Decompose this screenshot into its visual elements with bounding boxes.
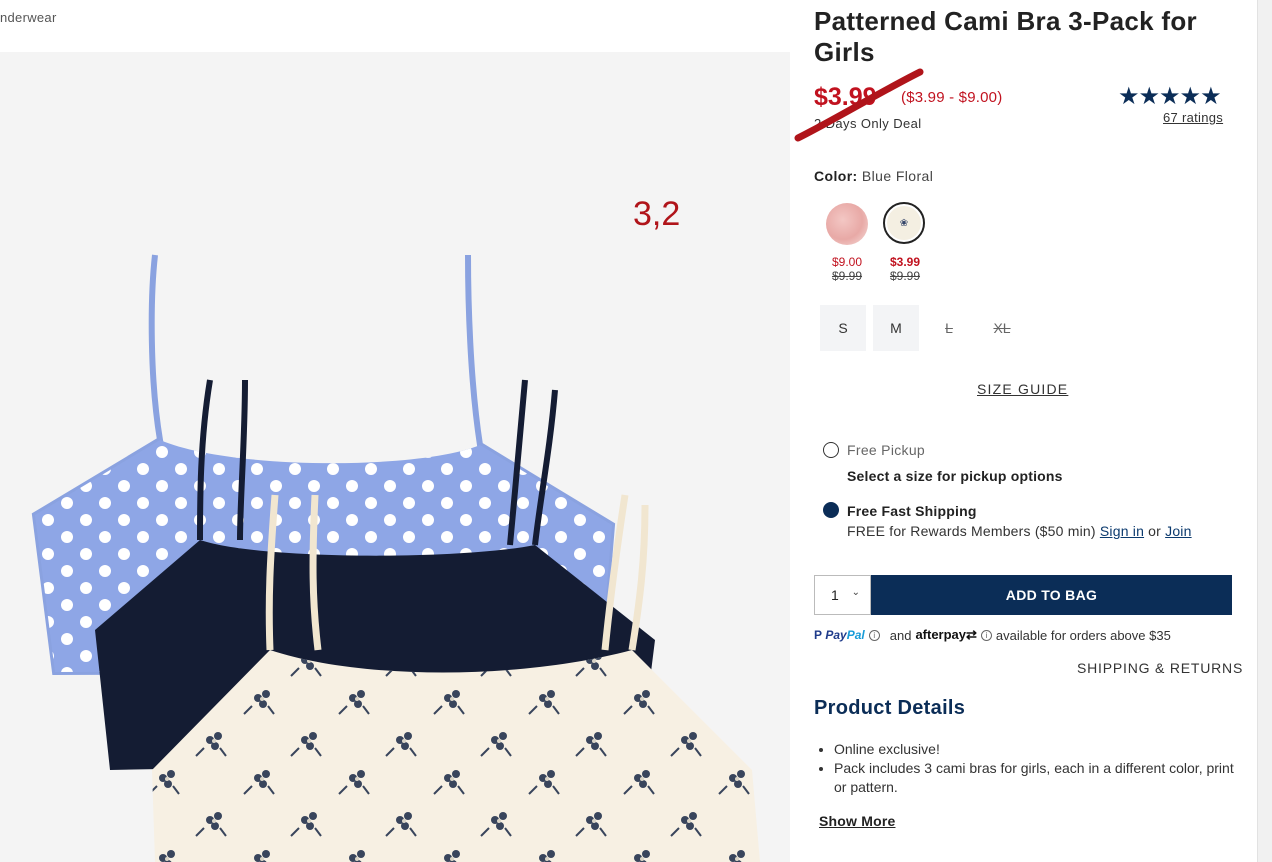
product-photo	[31, 254, 760, 862]
and-text: and	[889, 627, 912, 643]
ratings-link[interactable]: 67 ratings	[1163, 110, 1223, 125]
color-label: Color:	[814, 168, 858, 184]
list-item: Online exclusive!	[834, 740, 1234, 759]
size-label: S	[838, 320, 848, 336]
afterpay-logo: afterpay⇄	[915, 627, 976, 643]
pickup-radio[interactable]	[823, 442, 839, 458]
swatch-pink[interactable]	[826, 203, 868, 245]
size-label: XL	[993, 320, 1011, 336]
paypal-icon: P	[814, 628, 823, 642]
join-link[interactable]: Join	[1165, 523, 1191, 539]
deal-text: 2 Days Only Deal	[814, 116, 922, 131]
sale-price: $3.99	[814, 83, 877, 111]
size-label: M	[890, 320, 902, 336]
price-range: ($3.99 - $9.00)	[901, 89, 1003, 106]
paypal-logo: P PayPal	[814, 628, 865, 642]
shipping-radio[interactable]	[823, 502, 839, 518]
size-label: L	[945, 320, 953, 336]
breadcrumb[interactable]: nderwear	[0, 10, 57, 25]
or-text: or	[1148, 523, 1162, 539]
size-m-button[interactable]: M	[873, 305, 919, 351]
pickup-note: Select a size for pickup options	[847, 468, 1063, 484]
chevron-down-icon: ⌄	[851, 587, 860, 598]
shipping-returns-link[interactable]: SHIPPING & RETURNS	[1077, 660, 1243, 676]
swatch-blue-floral[interactable]: ❀	[883, 202, 925, 244]
afterpay-text: afterpay	[915, 627, 967, 642]
show-more-link[interactable]: Show More	[819, 813, 895, 829]
swatch-price-pink: $9.00 $9.99	[822, 255, 872, 283]
swatch-original-price: $9.99	[889, 269, 921, 283]
swatch-sale-price: $9.00	[831, 255, 863, 269]
paypal-pal-text: Pal	[846, 628, 865, 642]
swatch-price-blue-floral: $3.99 $9.99	[880, 255, 930, 283]
product-details-heading[interactable]: Product Details	[814, 697, 965, 720]
quantity-value: 1	[831, 587, 839, 603]
shipping-note-text: FREE for Rewards Members ($50 min)	[847, 523, 1096, 539]
quantity-select[interactable]: 1 ⌄	[814, 575, 871, 615]
shipping-label[interactable]: Free Fast Shipping	[847, 503, 977, 519]
swatch-original-price: $9.99	[831, 269, 863, 283]
product-image[interactable]: 3,2	[0, 52, 790, 862]
size-guide-link[interactable]: SIZE GUIDE	[977, 381, 1068, 397]
list-item: Pack includes 3 cami bras for girls, eac…	[834, 759, 1234, 797]
rating-stars[interactable]: ★★★★★	[1118, 82, 1222, 111]
product-title: Patterned Cami Bra 3-Pack for Girls	[814, 6, 1197, 67]
sign-in-link[interactable]: Sign in	[1100, 523, 1144, 539]
add-to-bag-button[interactable]: ADD TO BAG	[871, 575, 1232, 615]
pickup-label[interactable]: Free Pickup	[847, 442, 925, 458]
swatch-sale-price: $3.99	[889, 255, 921, 269]
paypal-pay-text: Pay	[825, 628, 847, 642]
info-icon[interactable]: i	[980, 629, 992, 641]
size-l-button[interactable]: L	[926, 305, 972, 351]
color-selection: Color: Blue Floral	[814, 168, 933, 184]
afterpay-icon: ⇄	[966, 627, 977, 642]
color-value: Blue Floral	[861, 168, 934, 184]
payment-options: P PayPal i and afterpay⇄ i available for…	[814, 627, 1171, 643]
size-xl-button[interactable]: XL	[979, 305, 1025, 351]
size-s-button[interactable]: S	[820, 305, 866, 351]
page-scrollbar[interactable]	[1257, 0, 1272, 862]
product-details-list: Online exclusive! Pack includes 3 cami b…	[834, 740, 1234, 797]
annotation-label: 3,2	[633, 195, 681, 233]
installments-note: available for orders above $35	[995, 627, 1171, 643]
info-icon[interactable]: i	[868, 629, 880, 641]
floral-swatch-icon: ❀	[887, 206, 921, 240]
shipping-note: FREE for Rewards Members ($50 min) Sign …	[847, 523, 1192, 539]
